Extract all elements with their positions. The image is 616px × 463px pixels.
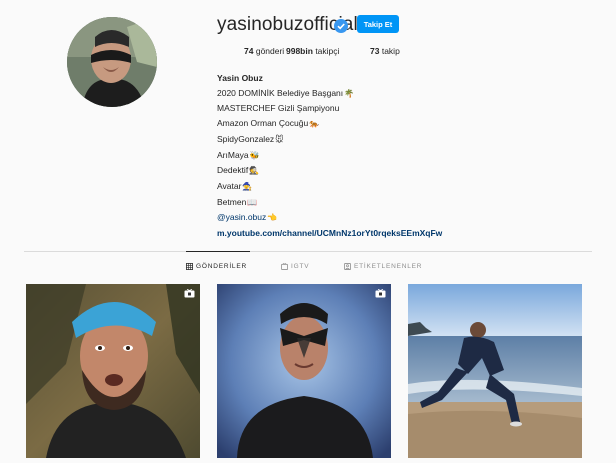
- bio-line: ArıMaya🐝: [217, 149, 260, 160]
- video-icon: [184, 289, 195, 298]
- post-thumbnail[interactable]: [217, 284, 391, 458]
- tab-posts-label: GÖNDERİLER: [196, 263, 247, 270]
- mouse-icon: 🐭: [275, 134, 284, 144]
- post-thumbnail[interactable]: [408, 284, 582, 458]
- tab-posts[interactable]: GÖNDERİLER: [186, 263, 247, 270]
- following-count[interactable]: 73 takip: [370, 46, 400, 56]
- bio-line: Avatar🧙: [217, 180, 253, 191]
- profile-avatar[interactable]: [67, 17, 157, 107]
- detective-icon: 🕵: [249, 166, 260, 176]
- tabs-divider: [24, 251, 592, 252]
- tag-icon: [344, 263, 351, 270]
- profile-bio: Yasin Obuz 2020 DOMİNİK Belediye Başganı…: [217, 71, 442, 241]
- verified-badge-icon: [334, 19, 348, 33]
- bio-line: Dedektif🕵: [217, 165, 260, 176]
- bio-mention-line[interactable]: @yasin.obuz👈: [217, 210, 442, 226]
- bio-line: Betmen📖: [217, 196, 258, 207]
- active-tab-indicator: [186, 251, 250, 252]
- posts-count: 74 gönderi: [244, 46, 284, 56]
- post-image: [408, 284, 582, 458]
- followers-count[interactable]: 998bin takipçi: [286, 46, 339, 56]
- followers-count-label: takipçi: [315, 46, 340, 56]
- tab-igtv-label: IGTV: [291, 263, 310, 270]
- followers-count-value: 998bin: [286, 46, 313, 56]
- bat-book-icon: 📖: [247, 197, 258, 207]
- bee-icon: 🐝: [249, 150, 260, 160]
- following-count-label: takip: [381, 46, 400, 56]
- post-image: [26, 284, 200, 458]
- tab-igtv[interactable]: IGTV: [281, 263, 309, 270]
- tiger-icon: 🐅: [309, 119, 320, 129]
- post-image: [217, 284, 391, 458]
- tab-tagged-label: ETİKETLENENLER: [354, 263, 423, 270]
- posts-count-value: 74: [244, 46, 254, 56]
- mage-icon: 🧙: [242, 181, 253, 191]
- bio-website-link[interactable]: m.youtube.com/channel/UCMnNz1orYt0rqeksE…: [217, 226, 442, 241]
- post-thumbnail[interactable]: [26, 284, 200, 458]
- bio-line: Amazon Orman Çocuğu🐅: [217, 118, 320, 129]
- igtv-icon: [281, 263, 288, 270]
- video-icon: [375, 289, 386, 298]
- bio-mention-link[interactable]: @yasin.obuz: [217, 212, 266, 222]
- posts-count-label: gönderi: [255, 46, 285, 56]
- tab-tagged[interactable]: ETİKETLENENLER: [344, 263, 422, 270]
- profile-full-name: Yasin Obuz: [217, 73, 263, 83]
- grid-icon: [186, 263, 193, 270]
- bio-line: MASTERCHEF Gizli Şampiyonu: [217, 103, 340, 114]
- bio-line: SpidyGonzalez🐭: [217, 133, 284, 144]
- following-count-value: 73: [370, 46, 380, 56]
- bio-line: 2020 DOMİNİK Belediye Başganı🌴: [217, 87, 355, 98]
- palm-tree-icon: 🌴: [344, 88, 355, 98]
- pointing-hand-icon: 👈: [267, 213, 278, 223]
- follow-button[interactable]: Takip Et: [357, 15, 399, 33]
